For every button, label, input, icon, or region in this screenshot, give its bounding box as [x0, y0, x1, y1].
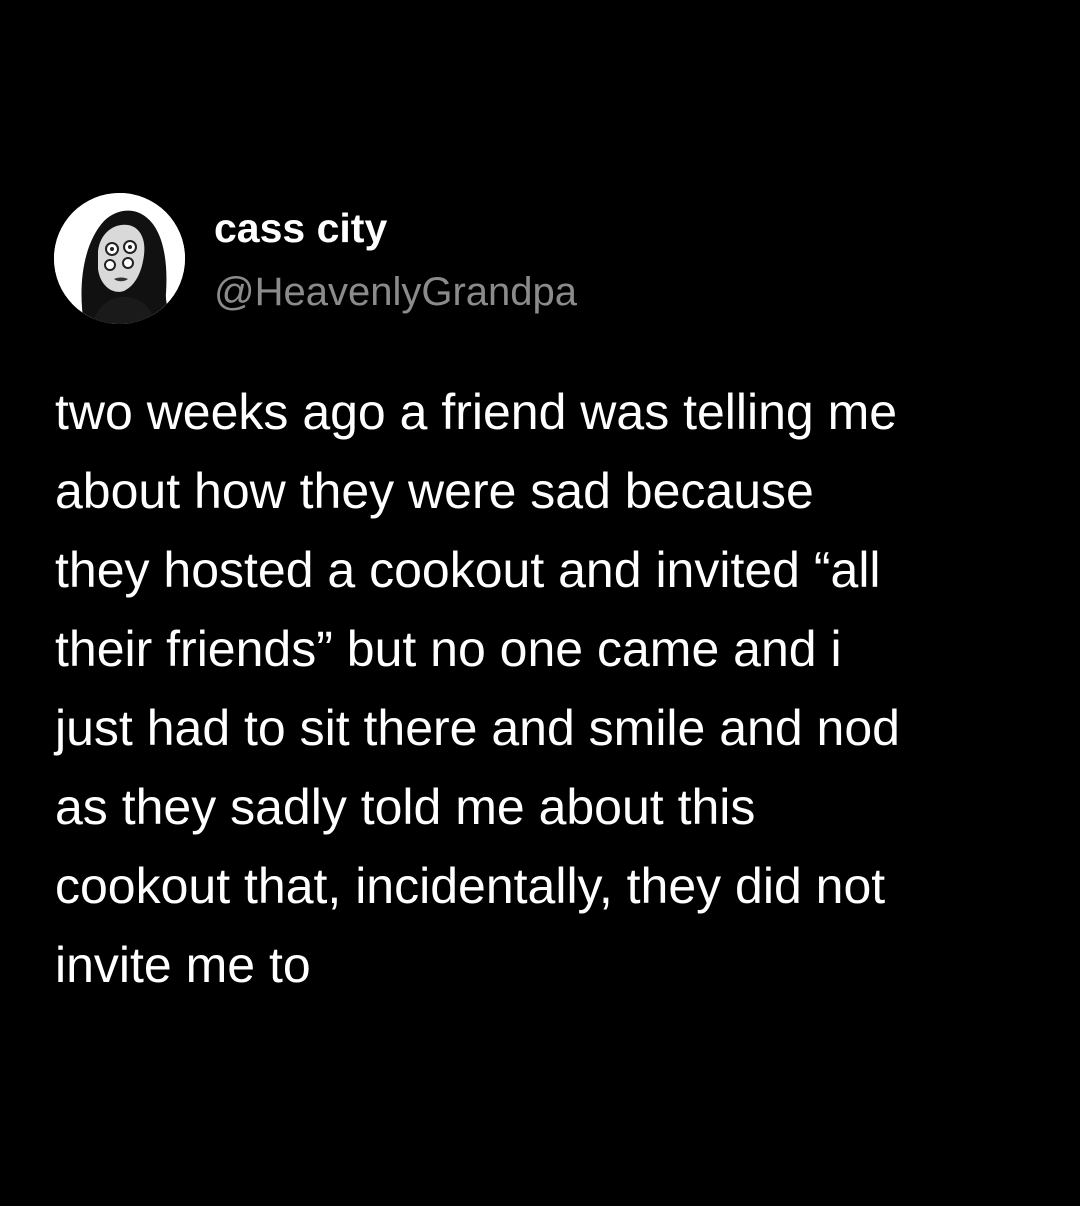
avatar[interactable]: [54, 193, 185, 324]
tweet-text-line: their friends” but no one came and i: [55, 621, 842, 677]
profile-photo-icon: [54, 193, 185, 324]
user-handle[interactable]: @HeavenlyGrandpa: [214, 266, 577, 318]
tweet-text-line: they hosted a cookout and invited “all: [55, 542, 881, 598]
tweet-text-line: cookout that, incidentally, they did not: [55, 858, 886, 914]
tweet-text-line: two weeks ago a friend was telling me: [55, 384, 898, 440]
tweet-text-line: invite me to: [55, 937, 311, 993]
tweet-card: cass city @HeavenlyGrandpa two weeks ago…: [0, 0, 1080, 1206]
tweet-text-line: just had to sit there and smile and nod: [55, 700, 900, 756]
tweet-text-line: about how they were sad because: [55, 463, 814, 519]
tweet-text: two weeks ago a friend was telling me ab…: [55, 373, 1055, 1005]
display-name[interactable]: cass city: [214, 202, 387, 254]
tweet-text-line: as they sadly told me about this: [55, 779, 756, 835]
